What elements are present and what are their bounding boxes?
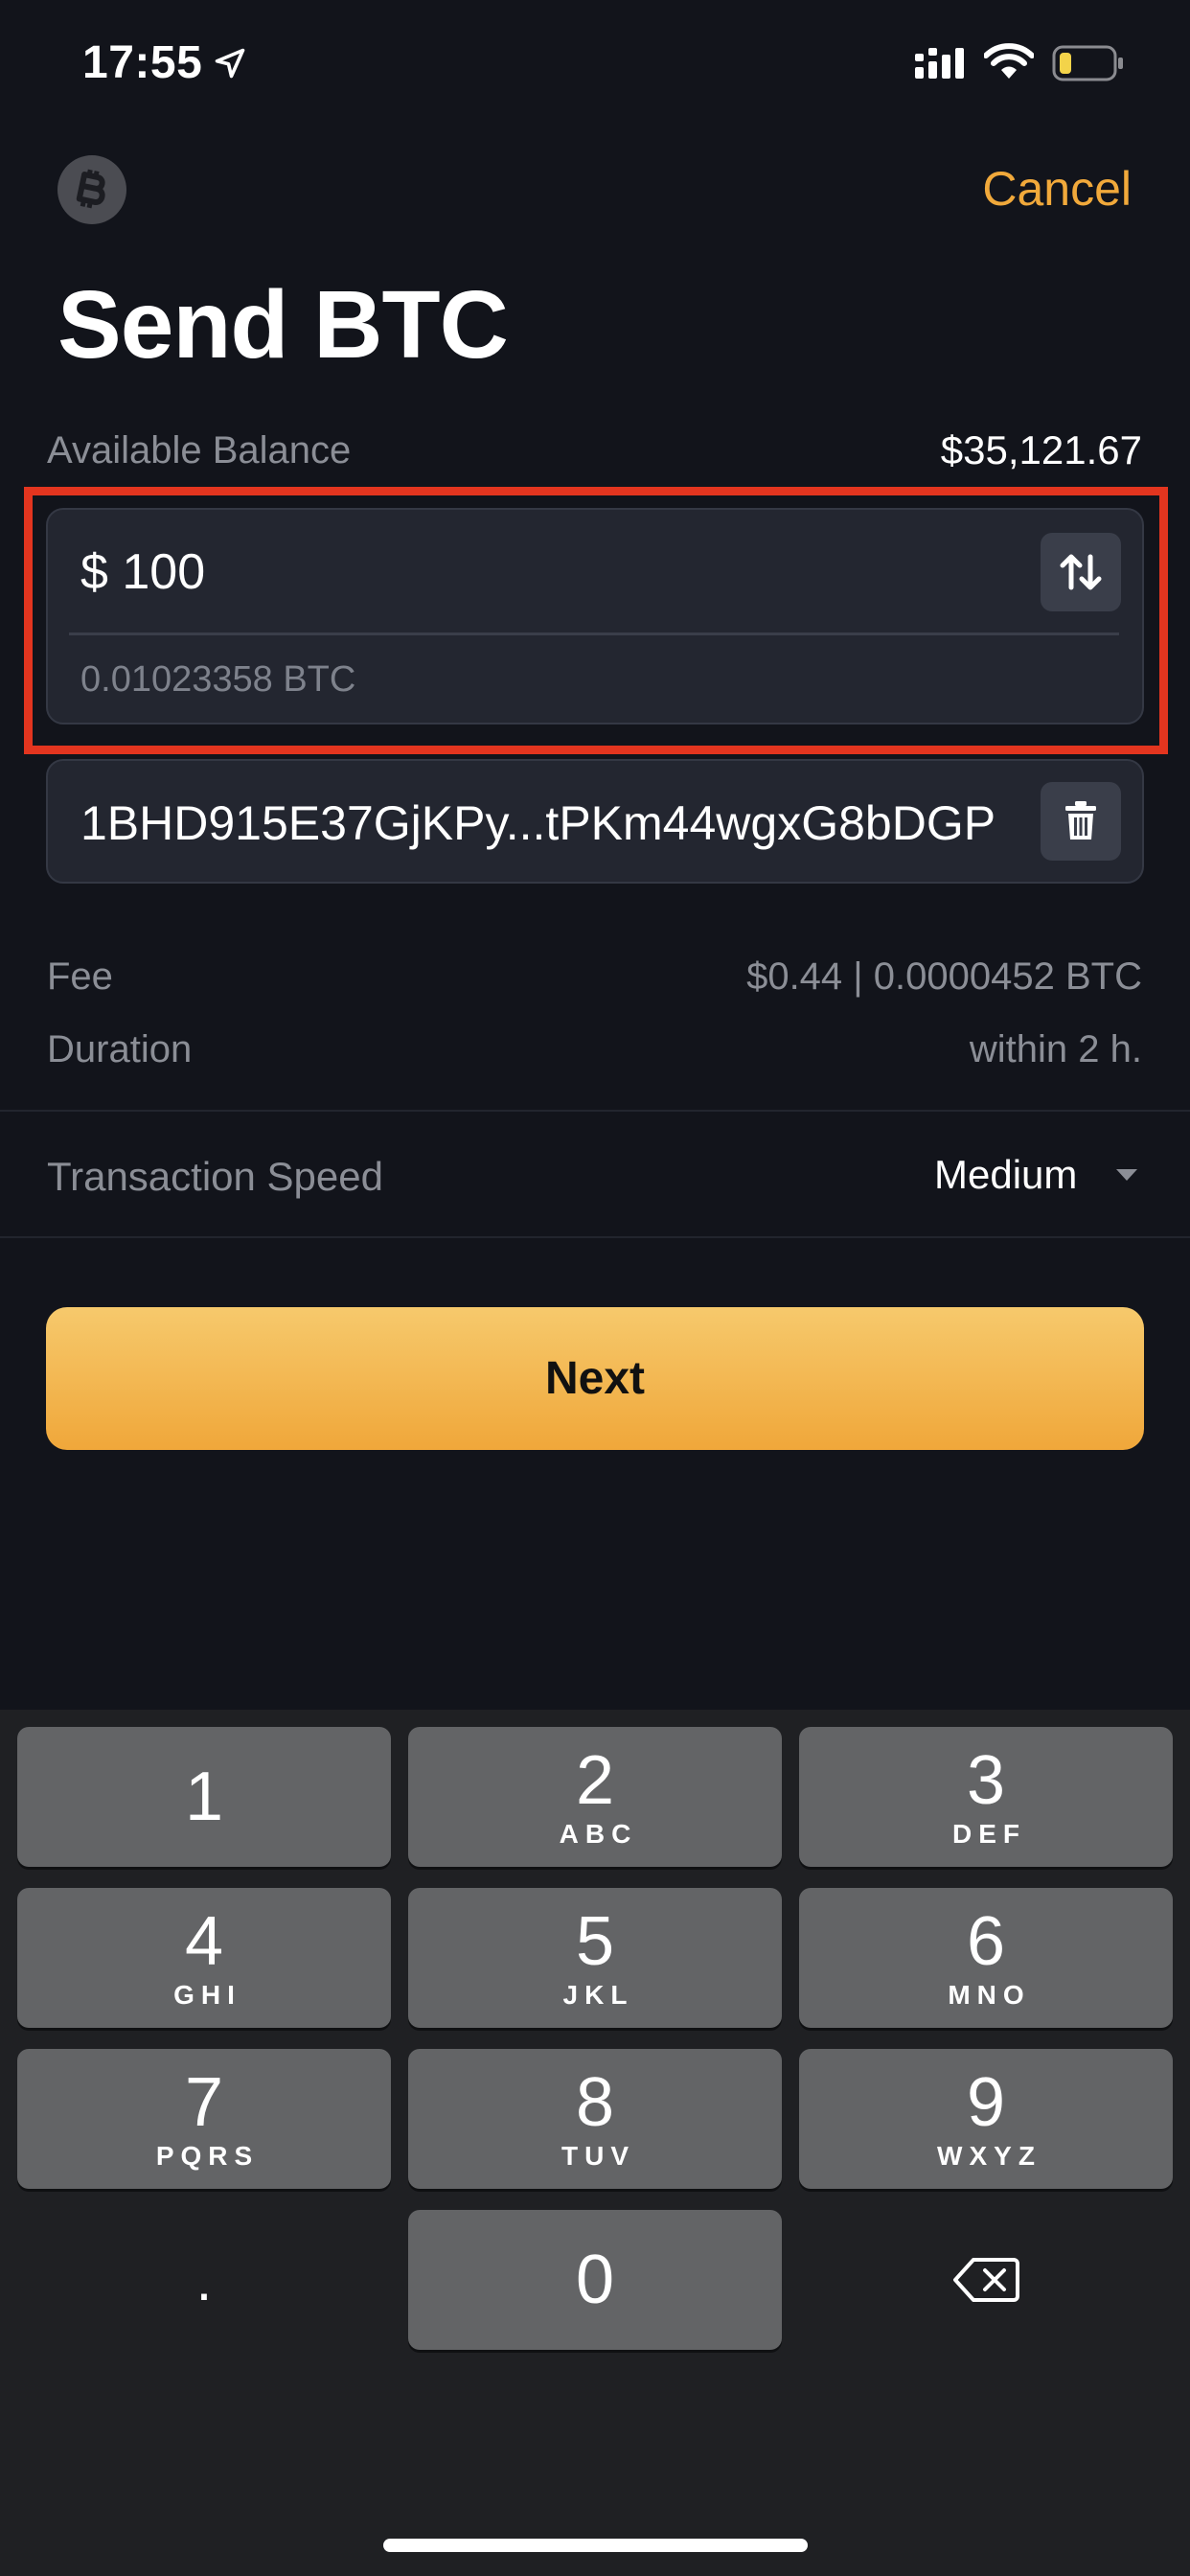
amount-highlight-box bbox=[24, 487, 1168, 754]
fee-label: Fee bbox=[47, 955, 113, 998]
location-arrow-icon bbox=[215, 48, 245, 79]
battery-icon bbox=[1052, 45, 1123, 81]
key-digit: 1 bbox=[184, 1759, 224, 1835]
key-letters: ABC bbox=[559, 1819, 638, 1849]
key-digit: 3 bbox=[966, 1742, 1006, 1819]
recipient-address[interactable]: 1BHD915E37GjKPy...tPKm44wgxG8bDGP bbox=[80, 795, 995, 851]
key-digit: 5 bbox=[575, 1903, 615, 1980]
key-8[interactable]: 8 TUV bbox=[408, 2049, 782, 2189]
signal-icon bbox=[915, 48, 964, 79]
key-4[interactable]: 4 GHI bbox=[17, 1888, 391, 2028]
key-decimal-label: . bbox=[195, 2247, 213, 2312]
key-2[interactable]: 2 ABC bbox=[408, 1727, 782, 1867]
caret-down-icon[interactable] bbox=[1114, 1167, 1139, 1183]
key-9[interactable]: 9 WXYZ bbox=[799, 2049, 1173, 2189]
key-3[interactable]: 3 DEF bbox=[799, 1727, 1173, 1867]
backspace-icon bbox=[953, 2258, 1019, 2302]
page-title: Send BTC bbox=[57, 271, 509, 379]
key-letters: JKL bbox=[562, 1980, 634, 2010]
key-backspace[interactable] bbox=[799, 2210, 1173, 2350]
duration-value: within 2 h. bbox=[969, 1028, 1142, 1070]
key-digit: 6 bbox=[966, 1903, 1006, 1980]
key-digit: 0 bbox=[575, 2242, 615, 2318]
key-5[interactable]: 5 JKL bbox=[408, 1888, 782, 2028]
transaction-speed-select[interactable]: Medium bbox=[934, 1152, 1077, 1198]
key-1[interactable]: 1 bbox=[17, 1727, 391, 1867]
key-letters: GHI bbox=[173, 1980, 241, 2010]
key-0[interactable]: 0 bbox=[408, 2210, 782, 2350]
key-digit: 7 bbox=[184, 2064, 224, 2141]
status-time: 17:55 bbox=[82, 37, 203, 88]
available-balance-value: $35,121.67 bbox=[940, 427, 1142, 472]
bitcoin-icon bbox=[76, 169, 105, 209]
divider bbox=[0, 1236, 1190, 1238]
key-6[interactable]: 6 MNO bbox=[799, 1888, 1173, 2028]
available-balance-label: Available Balance bbox=[47, 429, 352, 472]
clear-address-button[interactable] bbox=[1041, 782, 1121, 861]
home-indicator[interactable] bbox=[383, 2539, 808, 2552]
key-letters: DEF bbox=[952, 1819, 1026, 1849]
wifi-icon bbox=[984, 43, 1034, 79]
key-letters: MNO bbox=[948, 1980, 1031, 2010]
bitcoin-logo bbox=[57, 155, 126, 224]
trash-icon bbox=[1065, 801, 1096, 840]
key-letters: TUV bbox=[561, 2141, 635, 2171]
fee-value: $0.44 | 0.0000452 BTC bbox=[746, 955, 1142, 998]
key-letters: WXYZ bbox=[937, 2141, 1041, 2171]
key-digit: 9 bbox=[966, 2064, 1006, 2141]
key-decimal[interactable]: . bbox=[17, 2210, 391, 2350]
divider bbox=[0, 1110, 1190, 1112]
key-7[interactable]: 7 PQRS bbox=[17, 2049, 391, 2189]
key-digit: 4 bbox=[184, 1903, 224, 1980]
next-button[interactable]: Next bbox=[46, 1307, 1144, 1450]
transaction-speed-label: Transaction Speed bbox=[47, 1154, 383, 1199]
key-letters: PQRS bbox=[155, 2141, 260, 2171]
numeric-keyboard: 1 2 ABC 3 DEF 4 GHI 5 JKL 6 MNO 7 PQRS 8… bbox=[0, 1710, 1190, 2576]
duration-label: Duration bbox=[47, 1028, 193, 1070]
cancel-button[interactable]: Cancel bbox=[982, 161, 1132, 217]
key-digit: 8 bbox=[575, 2064, 615, 2141]
key-digit: 2 bbox=[575, 1742, 615, 1819]
